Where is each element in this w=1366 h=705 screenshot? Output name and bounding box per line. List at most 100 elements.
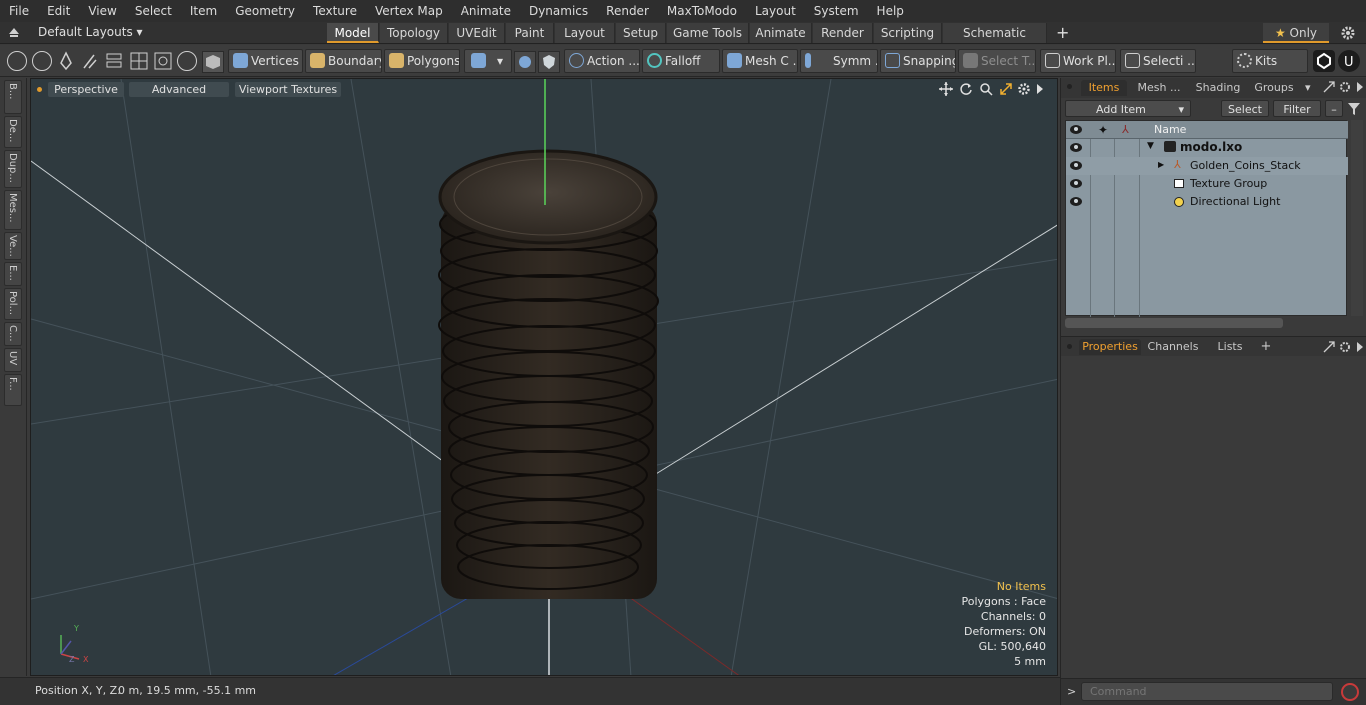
tab-layout[interactable]: Layout — [555, 23, 615, 43]
sphere-icon[interactable] — [32, 51, 52, 71]
expand-triangle-icon[interactable]: ▶ — [1158, 160, 1164, 169]
tab-paint[interactable]: Paint — [506, 23, 554, 43]
column-name-header[interactable]: Name — [1154, 123, 1186, 136]
pen-icon[interactable] — [57, 51, 75, 71]
polygons-button[interactable]: Polygons — [384, 49, 460, 73]
panel-gear-icon[interactable] — [1339, 341, 1351, 353]
add-tab-button[interactable]: + — [1056, 23, 1069, 42]
snap-shield-icon[interactable] — [538, 51, 560, 73]
tab-deform[interactable]: De... — [4, 116, 22, 148]
menu-view[interactable]: View — [79, 0, 125, 22]
menu-animate[interactable]: Animate — [452, 0, 520, 22]
tab-model[interactable]: Model — [327, 23, 379, 43]
menu-help[interactable]: Help — [868, 0, 913, 22]
layout-selector[interactable]: Default Layouts ▾ — [38, 25, 143, 39]
tab-groups[interactable]: Groups — [1247, 80, 1301, 96]
tab-duplicate[interactable]: Dup... — [4, 150, 22, 188]
mesh-constraint-button[interactable]: Mesh C ... — [722, 49, 798, 73]
menu-item[interactable]: Item — [181, 0, 226, 22]
tab-curve[interactable]: C... — [4, 322, 22, 346]
panel-maximize-icon[interactable] — [1323, 341, 1335, 353]
menu-vertex-map[interactable]: Vertex Map — [366, 0, 452, 22]
tab-setup[interactable]: Setup — [616, 23, 666, 43]
unreal-icon[interactable]: U — [1338, 50, 1360, 72]
menu-edit[interactable]: Edit — [38, 0, 79, 22]
tab-basic[interactable]: B... — [4, 80, 22, 114]
tab-shading[interactable]: Shading — [1191, 80, 1245, 96]
item-list-hscrollbar[interactable] — [1065, 318, 1283, 328]
vertices-button[interactable]: Vertices — [228, 49, 303, 73]
shade-cube-icon[interactable] — [202, 51, 224, 73]
action-center-button[interactable]: Action ... — [564, 49, 640, 73]
viewport-settings-gear-icon[interactable] — [1017, 82, 1031, 96]
eye-icon[interactable] — [1070, 179, 1082, 188]
symmetry-button[interactable]: Symm ... — [800, 49, 878, 73]
zoom-icon[interactable] — [979, 82, 993, 96]
tab-properties[interactable]: Properties — [1079, 339, 1141, 355]
viewport-expand-arrow-icon[interactable] — [1035, 82, 1045, 96]
menu-dynamics[interactable]: Dynamics — [520, 0, 597, 22]
lock-icon[interactable]: ✦ — [1098, 123, 1108, 137]
select-button[interactable]: Select — [1221, 100, 1269, 117]
menu-select[interactable]: Select — [126, 0, 181, 22]
snapping-button[interactable]: Snapping — [880, 49, 956, 73]
menu-texture[interactable]: Texture — [304, 0, 366, 22]
align-icon[interactable] — [105, 51, 123, 71]
frame-icon[interactable] — [153, 51, 173, 71]
add-panel-tab-button[interactable]: + — [1259, 339, 1273, 355]
unity-icon[interactable] — [1313, 50, 1335, 72]
kits-button[interactable]: Kits — [1232, 49, 1308, 73]
item-row-light[interactable]: Directional Light — [1066, 193, 1348, 211]
rotate-icon[interactable] — [959, 82, 973, 96]
menu-maxtomodo[interactable]: MaxToModo — [658, 0, 746, 22]
select-through-button[interactable]: Select T... — [958, 49, 1036, 73]
gear-icon[interactable] — [1340, 25, 1356, 41]
brush-icon[interactable] — [81, 51, 99, 71]
collapse-icon[interactable]: – — [1325, 100, 1343, 117]
tab-edge[interactable]: E... — [4, 262, 22, 286]
eye-icon[interactable] — [1070, 197, 1082, 206]
tab-polygon[interactable]: Pol... — [4, 288, 22, 320]
tab-game-tools[interactable]: Game Tools — [667, 23, 749, 43]
tab-render[interactable]: Render — [813, 23, 873, 43]
tab-lists[interactable]: Lists — [1207, 339, 1253, 355]
tab-uv[interactable]: UV — [4, 348, 22, 372]
item-row-scene[interactable]: ▼ modo.lxo — [1066, 139, 1348, 157]
record-icon[interactable] — [1341, 683, 1359, 701]
grid-icon[interactable] — [129, 51, 149, 71]
perspective-button[interactable]: Perspective — [48, 82, 124, 97]
command-input[interactable] — [1081, 682, 1333, 701]
panel-gear-icon[interactable] — [1339, 81, 1351, 93]
menu-file[interactable]: File — [0, 0, 38, 22]
selection-sets-button[interactable]: Selecti ... — [1120, 49, 1196, 73]
panel-arrow-icon[interactable] — [1356, 81, 1364, 93]
maximize-icon[interactable] — [999, 82, 1013, 96]
panel-maximize-icon[interactable] — [1323, 81, 1335, 93]
item-row-mesh[interactable]: ▶ ⅄ Golden_Coins_Stack — [1066, 157, 1348, 175]
menu-system[interactable]: System — [805, 0, 868, 22]
visibility-eye-icon[interactable] — [1070, 125, 1082, 134]
tab-vertex[interactable]: Ve... — [4, 232, 22, 260]
work-plane-button[interactable]: Work Pl... — [1040, 49, 1116, 73]
filter-button[interactable]: Filter — [1273, 100, 1321, 117]
tab-fusion[interactable]: F... — [4, 374, 22, 406]
panel-arrow-icon[interactable] — [1356, 341, 1364, 353]
layout-up-arrow-icon[interactable] — [8, 26, 20, 38]
menu-layout[interactable]: Layout — [746, 0, 805, 22]
tab-channels[interactable]: Channels — [1145, 339, 1201, 355]
tab-animate[interactable]: Animate — [750, 23, 812, 43]
boundary-button[interactable]: Boundary — [305, 49, 382, 73]
only-toggle[interactable]: ★ Only — [1263, 23, 1329, 43]
viewport-textures-button[interactable]: Viewport Textures — [235, 82, 341, 97]
item-mode-dropdown[interactable]: ▾ — [464, 49, 512, 73]
item-row-texture-group[interactable]: Texture Group — [1066, 175, 1348, 193]
tab-mesh-edit[interactable]: Mes... — [4, 190, 22, 230]
menu-render[interactable]: Render — [597, 0, 658, 22]
tab-topology[interactable]: Topology — [380, 23, 448, 43]
pie-icon[interactable] — [177, 51, 197, 71]
pan-icon[interactable] — [939, 82, 953, 96]
add-item-button[interactable]: Add Item ▾ — [1065, 100, 1191, 117]
falloff-button[interactable]: Falloff — [642, 49, 720, 73]
select-mode-icon[interactable] — [7, 51, 27, 71]
item-list-scrollbar[interactable] — [1351, 120, 1363, 316]
